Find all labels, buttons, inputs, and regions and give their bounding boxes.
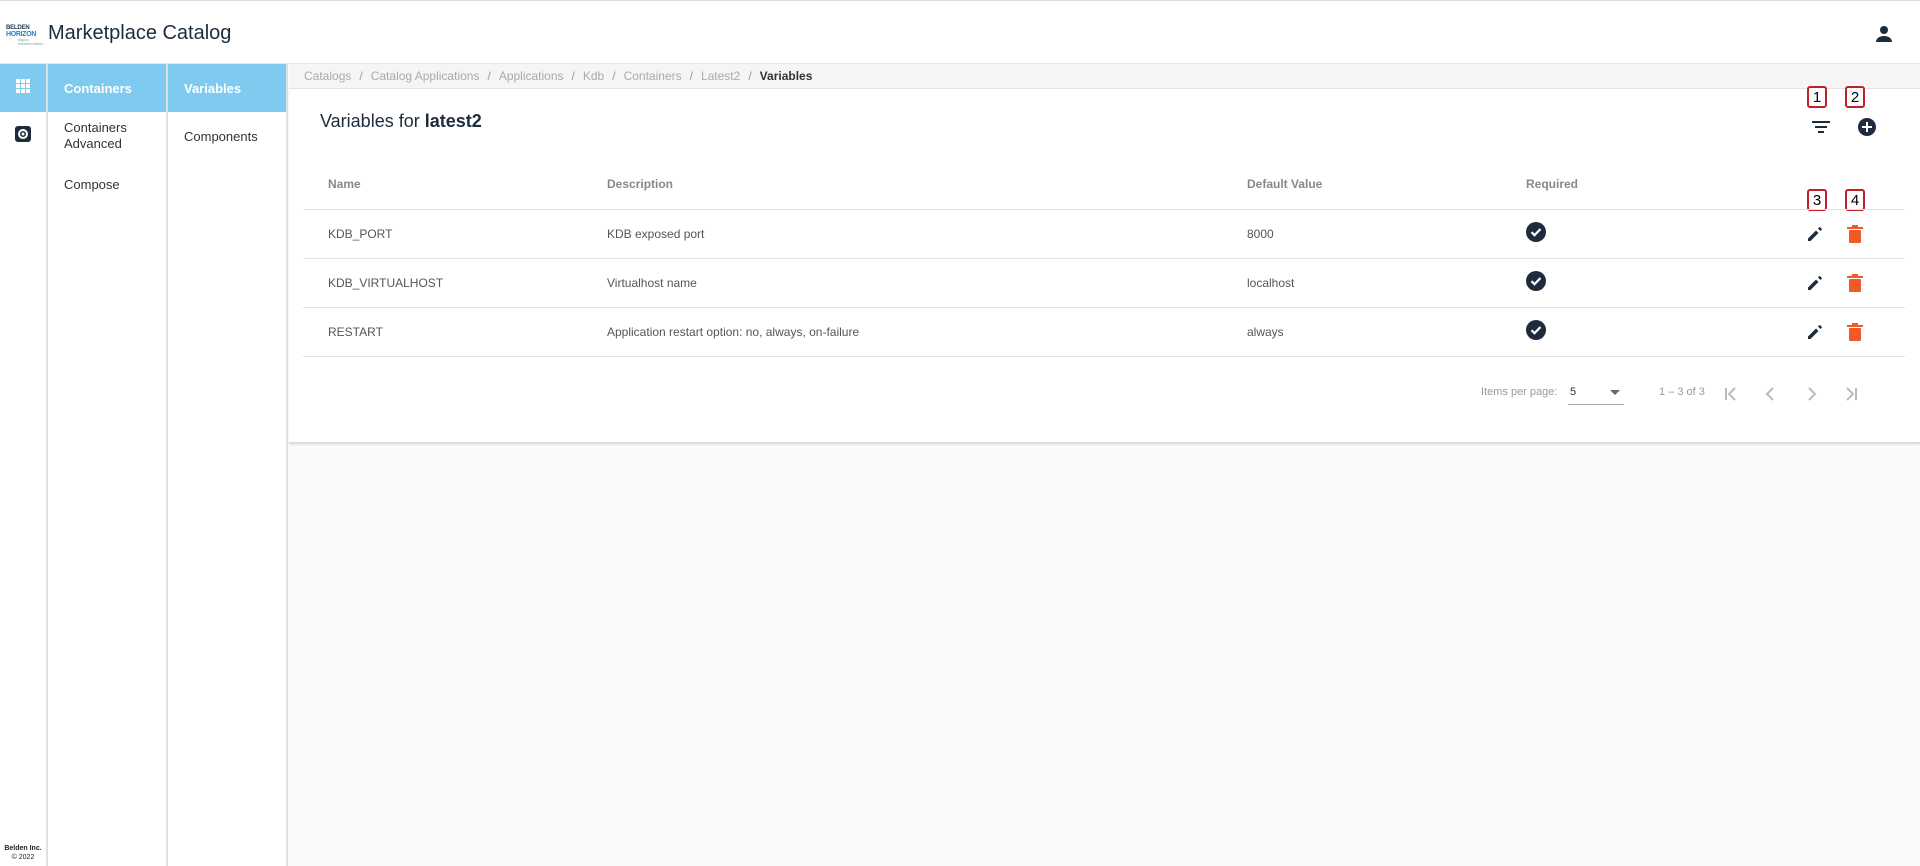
- table-row: RESTART Application restart option: no, …: [303, 307, 1905, 357]
- nav-item-containers-advanced[interactable]: Containers Advanced: [48, 112, 166, 160]
- cell-required: [1501, 209, 1771, 259]
- column-header-default-value[interactable]: Default Value: [1222, 159, 1501, 210]
- breadcrumb-current: Variables: [759, 69, 813, 83]
- items-per-page-select[interactable]: 5: [1568, 381, 1624, 405]
- breadcrumb-containers[interactable]: Containers: [624, 69, 682, 83]
- column-header-required[interactable]: Required: [1501, 159, 1771, 210]
- table-header-row: Name Description Default Value Required: [303, 159, 1905, 210]
- page-title-prefix: Variables for: [320, 111, 420, 131]
- chevron-right-icon: [1808, 387, 1817, 401]
- add-variable-button[interactable]: [1853, 115, 1881, 143]
- chevron-left-icon: [1765, 387, 1774, 401]
- cell-name: RESTART: [303, 307, 582, 357]
- cell-actions: [1771, 307, 1905, 357]
- delete-trash-icon: [1847, 224, 1863, 243]
- cell-actions: [1771, 209, 1905, 259]
- table-row: KDB_VIRTUALHOST Virtualhost name localho…: [303, 258, 1905, 308]
- account-icon[interactable]: [1872, 22, 1896, 46]
- filter-list-icon: [1812, 120, 1830, 139]
- top-bar: BELDEN HORIZON digital transformation Ma…: [0, 0, 1920, 64]
- cell-name: KDB_VIRTUALHOST: [303, 258, 582, 308]
- breadcrumb-separator: /: [359, 69, 363, 83]
- settings-box-icon: [14, 125, 32, 148]
- cell-description: Application restart option: no, always, …: [582, 307, 1222, 357]
- edit-button[interactable]: [1803, 271, 1827, 295]
- cell-name: KDB_PORT: [303, 209, 582, 259]
- left-rail: Belden Inc. © 2022: [0, 64, 48, 866]
- column-header-name[interactable]: Name: [303, 159, 582, 210]
- logo-line-3: digital transformation: [18, 37, 44, 46]
- breadcrumb-separator: /: [689, 69, 693, 83]
- nav-item-variables[interactable]: Variables: [168, 64, 286, 112]
- delete-trash-icon: [1847, 273, 1863, 292]
- last-page-icon: [1846, 387, 1857, 401]
- footer-company: Belden Inc.: [4, 845, 42, 852]
- breadcrumb-separator: /: [571, 69, 575, 83]
- breadcrumb: Catalogs / Catalog Applications / Applic…: [289, 64, 1920, 89]
- add-circle-icon: [1857, 117, 1877, 142]
- breadcrumb-catalogs[interactable]: Catalogs: [304, 69, 351, 83]
- cell-required: [1501, 258, 1771, 308]
- delete-trash-icon: [1847, 322, 1863, 341]
- footer-copyright: © 2022: [11, 854, 35, 861]
- edit-pencil-icon: [1808, 324, 1822, 339]
- page-range-label: 1 – 3 of 3: [1659, 386, 1705, 398]
- annotation-marker-2: 2: [1845, 86, 1865, 108]
- items-per-page-value: 5: [1570, 386, 1577, 398]
- breadcrumb-separator: /: [612, 69, 616, 83]
- nav-item-compose[interactable]: Compose: [48, 160, 166, 208]
- variables-table: Name Description Default Value Required …: [303, 159, 1905, 357]
- next-page-button[interactable]: [1799, 382, 1823, 406]
- delete-button[interactable]: [1843, 320, 1867, 344]
- annotation-marker-1: 1: [1807, 86, 1827, 108]
- delete-button[interactable]: [1843, 271, 1867, 295]
- previous-page-button[interactable]: [1759, 382, 1783, 406]
- first-page-icon: [1725, 387, 1736, 401]
- delete-button[interactable]: [1843, 222, 1867, 246]
- check-circle-icon: [1526, 320, 1546, 343]
- edit-pencil-icon: [1808, 275, 1822, 290]
- breadcrumb-applications[interactable]: Applications: [499, 69, 564, 83]
- breadcrumb-latest2[interactable]: Latest2: [701, 69, 740, 83]
- check-circle-icon: [1526, 222, 1546, 245]
- container-type-nav: Containers Containers Advanced Compose: [48, 64, 168, 866]
- app-title: Marketplace Catalog: [48, 22, 232, 44]
- rail-footer: Belden Inc. © 2022: [0, 844, 46, 862]
- items-per-page-label: Items per page:: [1481, 386, 1558, 398]
- edit-button[interactable]: [1803, 320, 1827, 344]
- nav-item-containers[interactable]: Containers: [48, 64, 166, 112]
- breadcrumb-kdb[interactable]: Kdb: [583, 69, 604, 83]
- check-circle-icon: [1526, 271, 1546, 294]
- breadcrumb-catalog-applications[interactable]: Catalog Applications: [371, 69, 480, 83]
- column-header-actions: [1771, 159, 1905, 210]
- breadcrumb-separator: /: [487, 69, 491, 83]
- cell-required: [1501, 307, 1771, 357]
- page-title: Variables for latest2: [320, 111, 482, 132]
- rail-apps-item[interactable]: [0, 64, 46, 112]
- filter-button[interactable]: [1807, 115, 1835, 143]
- table-row: KDB_PORT KDB exposed port 8000: [303, 209, 1905, 259]
- edit-pencil-icon: [1808, 226, 1822, 241]
- edit-button[interactable]: [1803, 222, 1827, 246]
- cell-description: KDB exposed port: [582, 209, 1222, 259]
- container-section-nav: Variables Components: [168, 64, 288, 866]
- cell-actions: [1771, 258, 1905, 308]
- cell-description: Virtualhost name: [582, 258, 1222, 308]
- belden-horizon-logo: BELDEN HORIZON digital transformation: [6, 25, 44, 46]
- nav-item-components[interactable]: Components: [168, 112, 286, 160]
- variables-card: Variables for latest2 1 2 3 4 Name Descr…: [289, 86, 1920, 444]
- breadcrumb-separator: /: [748, 69, 752, 83]
- cell-default-value: always: [1222, 307, 1501, 357]
- last-page-button[interactable]: [1839, 382, 1863, 406]
- apps-grid-icon: [15, 78, 31, 99]
- cell-default-value: 8000: [1222, 209, 1501, 259]
- first-page-button[interactable]: [1719, 382, 1743, 406]
- column-header-description[interactable]: Description: [582, 159, 1222, 210]
- dropdown-caret-icon: [1610, 390, 1620, 395]
- cell-default-value: localhost: [1222, 258, 1501, 308]
- paginator: Items per page: 5 1 – 3 of 3: [289, 374, 1920, 414]
- rail-settings-item[interactable]: [0, 112, 46, 160]
- page-title-name: latest2: [424, 111, 482, 131]
